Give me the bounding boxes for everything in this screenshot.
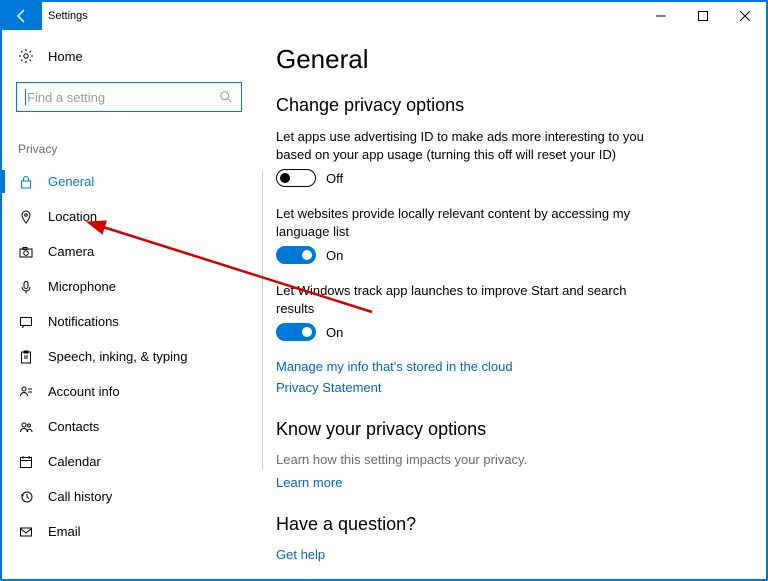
account-icon — [18, 385, 34, 399]
minimize-icon — [656, 11, 666, 21]
text-cursor — [25, 89, 26, 105]
learn-more-link[interactable]: Learn more — [276, 475, 736, 490]
track-launches-toggle[interactable] — [276, 323, 316, 341]
sidebar-item-label: Account info — [48, 384, 120, 399]
maximize-button[interactable] — [682, 2, 724, 30]
sidebar-item-account[interactable]: Account info — [2, 374, 256, 409]
minimize-button[interactable] — [640, 2, 682, 30]
sidebar-item-label: General — [48, 174, 94, 189]
sidebar-item-calendar[interactable]: Calendar — [2, 444, 256, 479]
section-heading: Have a question? — [276, 514, 736, 535]
search-field[interactable] — [27, 90, 219, 105]
sidebar-item-notifications[interactable]: Notifications — [2, 304, 256, 339]
sidebar: Home Privacy General Location Camera Mic… — [2, 30, 256, 579]
sidebar-item-callhistory[interactable]: Call history — [2, 479, 256, 514]
home-label: Home — [48, 49, 83, 64]
section-header: Privacy — [2, 136, 256, 164]
camera-icon — [18, 245, 34, 259]
sidebar-item-label: Email — [48, 524, 81, 539]
sidebar-item-general[interactable]: General — [2, 164, 256, 199]
notifications-icon — [18, 315, 34, 329]
calendar-icon — [18, 455, 34, 469]
sidebar-item-label: Contacts — [48, 419, 99, 434]
sidebar-item-label: Camera — [48, 244, 94, 259]
maximize-icon — [698, 11, 708, 21]
content-pane: General Change privacy options Let apps … — [256, 30, 766, 579]
option-description: Let websites provide locally relevant co… — [276, 205, 656, 240]
toggle-state: Off — [326, 171, 343, 186]
window-title: Settings — [42, 10, 88, 22]
divider — [262, 172, 263, 469]
sidebar-item-contacts[interactable]: Contacts — [2, 409, 256, 444]
gear-icon — [18, 48, 34, 64]
sidebar-item-label: Speech, inking, & typing — [48, 349, 187, 364]
sidebar-item-label: Location — [48, 209, 97, 224]
microphone-icon — [18, 280, 34, 294]
option-description: Let apps use advertising ID to make ads … — [276, 128, 656, 163]
option-description: Let Windows track app launches to improv… — [276, 282, 656, 317]
section-heading: Change privacy options — [276, 95, 736, 116]
toggle-state: On — [326, 325, 343, 340]
lock-icon — [18, 175, 34, 189]
close-icon — [740, 11, 750, 21]
language-list-toggle[interactable] — [276, 246, 316, 264]
history-icon — [18, 490, 34, 504]
location-icon — [18, 210, 34, 224]
clipboard-icon — [18, 350, 34, 364]
sidebar-item-location[interactable]: Location — [2, 199, 256, 234]
sidebar-item-microphone[interactable]: Microphone — [2, 269, 256, 304]
sidebar-item-speech[interactable]: Speech, inking, & typing — [2, 339, 256, 374]
search-icon — [219, 90, 233, 104]
sidebar-item-label: Notifications — [48, 314, 119, 329]
manage-cloud-link[interactable]: Manage my info that's stored in the clou… — [276, 359, 736, 374]
sidebar-item-label: Call history — [48, 489, 112, 504]
home-button[interactable]: Home — [2, 40, 256, 72]
titlebar: Settings — [2, 2, 766, 30]
close-button[interactable] — [724, 2, 766, 30]
advertising-id-toggle[interactable] — [276, 169, 316, 187]
section-heading: Know your privacy options — [276, 419, 736, 440]
toggle-state: On — [326, 248, 343, 263]
contacts-icon — [18, 420, 34, 434]
arrow-left-icon — [14, 8, 30, 24]
privacy-statement-link[interactable]: Privacy Statement — [276, 380, 736, 395]
window-controls — [640, 2, 766, 30]
get-help-link[interactable]: Get help — [276, 547, 736, 562]
page-title: General — [276, 44, 736, 75]
sidebar-item-email[interactable]: Email — [2, 514, 256, 549]
sidebar-item-label: Microphone — [48, 279, 116, 294]
back-button[interactable] — [2, 2, 42, 30]
sidebar-item-label: Calendar — [48, 454, 101, 469]
sidebar-item-camera[interactable]: Camera — [2, 234, 256, 269]
email-icon — [18, 525, 34, 539]
search-input[interactable] — [16, 82, 242, 112]
section-subtext: Learn how this setting impacts your priv… — [276, 452, 736, 467]
